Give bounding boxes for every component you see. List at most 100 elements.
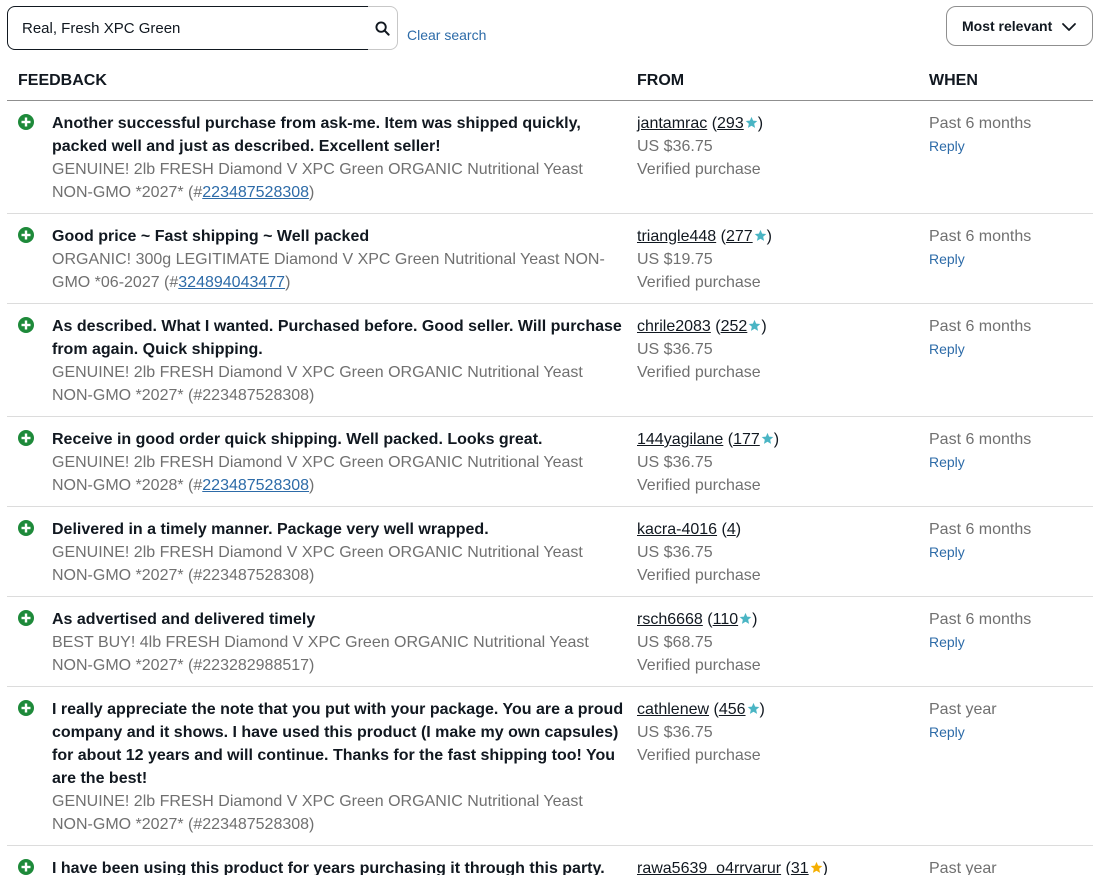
item-number-link[interactable]: 324894043477 bbox=[178, 274, 285, 291]
star-icon bbox=[739, 612, 752, 624]
feedback-time: Past 6 months bbox=[929, 611, 1032, 628]
feedback-cell: Another successful purchase from ask-me.… bbox=[52, 112, 627, 204]
sort-dropdown[interactable]: Most relevant bbox=[946, 6, 1093, 46]
purchase-price: US $36.75 bbox=[637, 341, 713, 358]
item-number: 223487528308 bbox=[202, 567, 310, 584]
buyer-score-value: 252 bbox=[720, 318, 748, 335]
feedback-comment: Delivered in a timely manner. Package ve… bbox=[52, 521, 489, 538]
buyer-username[interactable]: 144yagilane bbox=[637, 431, 723, 448]
feedback-comment: I really appreciate the note that you pu… bbox=[52, 701, 624, 787]
reply-link[interactable]: Reply bbox=[929, 631, 1089, 654]
buyer-score[interactable]: 177 bbox=[733, 431, 774, 448]
feedback-time: Past year bbox=[929, 860, 997, 875]
buyer-username[interactable]: kacra-4016 bbox=[637, 521, 717, 538]
search-input[interactable] bbox=[22, 19, 354, 37]
buyer-score[interactable]: 31 bbox=[791, 860, 823, 875]
feedback-cell: Receive in good order quick shipping. We… bbox=[52, 428, 627, 497]
positive-feedback-icon bbox=[18, 114, 34, 130]
search-button[interactable] bbox=[368, 6, 398, 50]
table-row: Good price ~ Fast shipping ~ Well packed… bbox=[7, 214, 1093, 304]
buyer-score-value: 456 bbox=[718, 701, 746, 718]
feedback-comment: Another successful purchase from ask-me.… bbox=[52, 115, 581, 155]
buyer-score[interactable]: 293 bbox=[717, 115, 758, 132]
item-title: GENUINE! 2lb FRESH Diamond V XPC Green O… bbox=[52, 793, 583, 833]
buyer-score[interactable]: 277 bbox=[726, 228, 767, 245]
star-icon bbox=[749, 319, 761, 331]
positive-feedback-icon bbox=[18, 227, 34, 243]
purchase-price: US $36.75 bbox=[637, 138, 713, 155]
buyer-line: rawa5639_o4rrvarur (31) bbox=[637, 857, 917, 875]
item-number-link[interactable]: 223487528308 bbox=[202, 184, 309, 201]
reply-link[interactable]: Reply bbox=[929, 451, 1089, 474]
table-row: Receive in good order quick shipping. We… bbox=[7, 417, 1093, 507]
clear-search-link[interactable]: Clear search bbox=[407, 27, 486, 43]
buyer-username[interactable]: jantamrac bbox=[637, 115, 707, 132]
table-row: Another successful purchase from ask-me.… bbox=[7, 101, 1093, 214]
feedback-cell: As described. What I wanted. Purchased b… bbox=[52, 315, 627, 407]
from-cell: rsch6668 (110) US $68.75 Verified purchase bbox=[637, 608, 917, 677]
buyer-score-value: 277 bbox=[725, 228, 753, 245]
table-row: I have been using this product for years… bbox=[7, 846, 1093, 875]
buyer-score-wrap: (456) bbox=[709, 701, 765, 718]
table-row: As described. What I wanted. Purchased b… bbox=[7, 304, 1093, 417]
feedback-time: Past 6 months bbox=[929, 431, 1032, 448]
feedback-cell: I have been using this product for years… bbox=[52, 857, 627, 875]
buyer-score[interactable]: 456 bbox=[719, 701, 760, 718]
feedback-cell: Delivered in a timely manner. Package ve… bbox=[52, 518, 627, 587]
buyer-username[interactable]: chrile2083 bbox=[637, 318, 711, 335]
star-icon bbox=[810, 861, 822, 873]
buyer-score-value: 293 bbox=[717, 115, 744, 132]
search-icon bbox=[375, 20, 390, 36]
buyer-score-wrap: (110) bbox=[702, 611, 758, 628]
item-number-link[interactable]: 223487528308 bbox=[202, 477, 309, 494]
reply-link[interactable]: Reply bbox=[929, 248, 1089, 271]
verified-purchase: Verified purchase bbox=[637, 747, 761, 764]
buyer-line: chrile2083 (252) bbox=[637, 315, 917, 338]
item-title-text: GENUINE! 2lb FRESH Diamond V XPC Green O… bbox=[52, 544, 583, 584]
feedback-time: Past 6 months bbox=[929, 228, 1032, 245]
purchase-price: US $19.75 bbox=[637, 251, 713, 268]
buyer-score-value: 31 bbox=[790, 860, 809, 875]
item-number: 223487528308 bbox=[202, 816, 310, 833]
item-title: GENUINE! 2lb FRESH Diamond V XPC Green O… bbox=[52, 544, 583, 584]
reply-link[interactable]: Reply bbox=[929, 338, 1089, 361]
item-title-text: ORGANIC! 300g LEGITIMATE Diamond V XPC G… bbox=[52, 251, 605, 291]
buyer-score-wrap: (293) bbox=[707, 115, 764, 132]
reply-link[interactable]: Reply bbox=[929, 541, 1089, 564]
from-cell: kacra-4016 (4) US $36.75 Verified purchase bbox=[637, 518, 917, 587]
verified-purchase: Verified purchase bbox=[637, 567, 761, 584]
buyer-username[interactable]: rawa5639_o4rrvarur bbox=[637, 860, 781, 875]
table-row: I really appreciate the note that you pu… bbox=[7, 687, 1093, 846]
when-cell: Past 6 months Reply bbox=[929, 518, 1089, 564]
buyer-line: kacra-4016 (4) bbox=[637, 518, 917, 541]
item-number: 223487528308 bbox=[202, 387, 310, 404]
star-icon bbox=[761, 432, 774, 444]
buyer-score-wrap: (252) bbox=[710, 318, 767, 335]
buyer-score-value: 4 bbox=[726, 521, 736, 538]
buyer-score[interactable]: 110 bbox=[713, 611, 753, 628]
reply-link[interactable]: Reply bbox=[929, 135, 1089, 158]
purchase-price: US $68.75 bbox=[637, 634, 713, 651]
purchase-price: US $36.75 bbox=[637, 724, 713, 741]
item-title: GENUINE! 2lb FRESH Diamond V XPC Green O… bbox=[52, 364, 583, 404]
buyer-username[interactable]: rsch6668 bbox=[637, 611, 703, 628]
star-icon bbox=[754, 229, 766, 241]
search-box[interactable] bbox=[7, 6, 369, 50]
when-cell: Past 6 months Reply bbox=[929, 428, 1089, 474]
table-row: As advertised and delivered timely BEST B… bbox=[7, 597, 1093, 687]
buyer-score[interactable]: 252 bbox=[721, 318, 762, 335]
when-cell: Past 6 months Reply bbox=[929, 315, 1089, 361]
feedback-comment: As described. What I wanted. Purchased b… bbox=[52, 318, 622, 358]
header-feedback: FEEDBACK bbox=[18, 72, 107, 89]
when-cell: Past 6 months Reply bbox=[929, 112, 1089, 158]
feedback-cell: I really appreciate the note that you pu… bbox=[52, 698, 627, 836]
buyer-line: triangle448 (277) bbox=[637, 225, 917, 248]
positive-feedback-icon bbox=[18, 700, 34, 716]
buyer-score[interactable]: 4 bbox=[727, 521, 736, 538]
verified-purchase: Verified purchase bbox=[637, 477, 761, 494]
buyer-username[interactable]: cathlenew bbox=[637, 701, 709, 718]
header-when: WHEN bbox=[929, 72, 978, 89]
table-header: FEEDBACK FROM WHEN bbox=[7, 62, 1093, 101]
reply-link[interactable]: Reply bbox=[929, 721, 1089, 744]
buyer-username[interactable]: triangle448 bbox=[637, 228, 716, 245]
